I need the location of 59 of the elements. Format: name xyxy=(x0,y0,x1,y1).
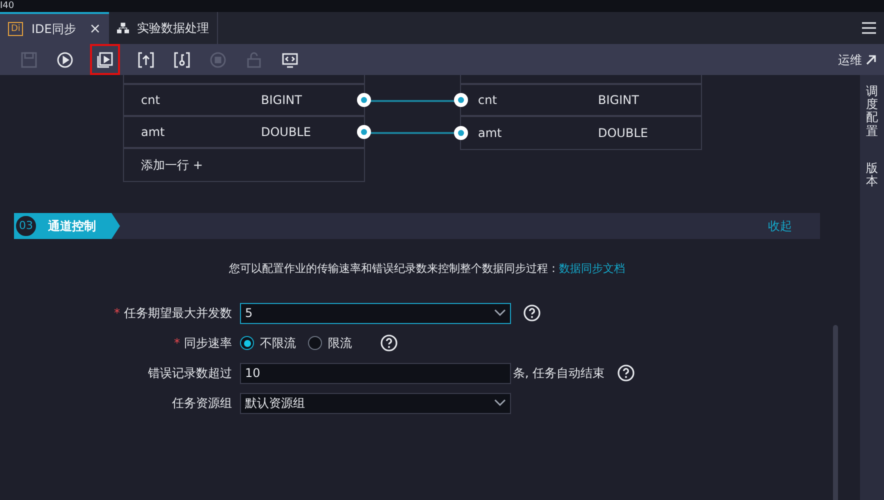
menu-icon[interactable] xyxy=(862,22,876,34)
ops-link[interactable]: 运维 xyxy=(838,50,876,68)
field-name: cnt xyxy=(478,92,498,109)
play-window-icon xyxy=(96,50,114,68)
arrow-up-right-icon xyxy=(866,54,876,64)
tab-label: 实验数据处理 xyxy=(137,20,209,37)
upload-icon xyxy=(136,50,154,68)
play-icon xyxy=(56,50,74,68)
field-name: amt xyxy=(141,124,166,141)
required-mark: * xyxy=(174,335,180,352)
sidebar-tab[interactable]: 版本 xyxy=(866,162,878,188)
hierarchy-icon xyxy=(117,21,129,35)
section-number: 03 xyxy=(14,214,38,238)
connector-port[interactable] xyxy=(454,93,468,107)
radio-option[interactable]: 不限流 xyxy=(240,334,296,352)
save-icon xyxy=(20,50,38,68)
help-icon[interactable] xyxy=(380,334,398,352)
connector-port[interactable] xyxy=(357,125,371,139)
di-badge: Di xyxy=(8,22,24,36)
field-type: BIGINT xyxy=(598,92,639,109)
select-value: 5 xyxy=(245,305,253,322)
editor-tab[interactable]: Di IDE同步 × xyxy=(0,12,109,44)
field-type: DOUBLE xyxy=(261,124,311,141)
top-strip-text: I40 xyxy=(0,0,14,12)
select-field[interactable]: 默认资源组 xyxy=(240,392,511,414)
connector-port[interactable] xyxy=(357,93,371,107)
toolbar-button[interactable] xyxy=(90,44,120,75)
description-text: 您可以配置作业的传输速率和错误纪录数来控制整个数据同步过程： xyxy=(229,261,559,277)
select-value: 默认资源组 xyxy=(245,395,305,412)
chevron-down-icon xyxy=(494,399,506,407)
collapse-link[interactable]: 收起 xyxy=(768,217,792,235)
radio-option[interactable]: 限流 xyxy=(308,334,352,352)
unlock-icon xyxy=(244,50,262,68)
field-name: amt xyxy=(478,125,503,142)
input-field[interactable]: 10 xyxy=(240,362,511,384)
connector-port[interactable] xyxy=(454,126,468,140)
docs-link[interactable]: 数据同步文档 xyxy=(559,261,625,278)
chevron-down-icon xyxy=(494,309,506,317)
field-type: DOUBLE xyxy=(598,125,648,142)
required-mark: * xyxy=(114,305,120,322)
field-name: cnt xyxy=(141,92,161,109)
add-row-link[interactable]: 添加一行 + xyxy=(141,156,203,174)
select-field[interactable]: 5 xyxy=(240,302,511,324)
field-type: BIGINT xyxy=(261,92,302,109)
stop-icon xyxy=(208,50,226,68)
suffix-text: 条, 任务自动结束 xyxy=(513,365,605,382)
key-icon xyxy=(172,50,190,68)
field-label: 任务期望最大并发数 xyxy=(124,305,232,322)
code-icon xyxy=(280,50,298,68)
sidebar-tab[interactable]: 调度配置 xyxy=(866,85,878,138)
field-label: 错误记录数超过 xyxy=(148,365,232,382)
section-title: 通道控制 xyxy=(48,218,97,235)
scrollbar[interactable] xyxy=(833,325,838,500)
tab-label: IDE同步 xyxy=(31,21,76,38)
field-label: 任务资源组 xyxy=(172,395,232,412)
help-icon[interactable] xyxy=(523,304,541,322)
field-label: 同步速率 xyxy=(184,335,232,352)
help-icon[interactable] xyxy=(616,364,635,382)
close-button[interactable]: × xyxy=(89,18,101,40)
